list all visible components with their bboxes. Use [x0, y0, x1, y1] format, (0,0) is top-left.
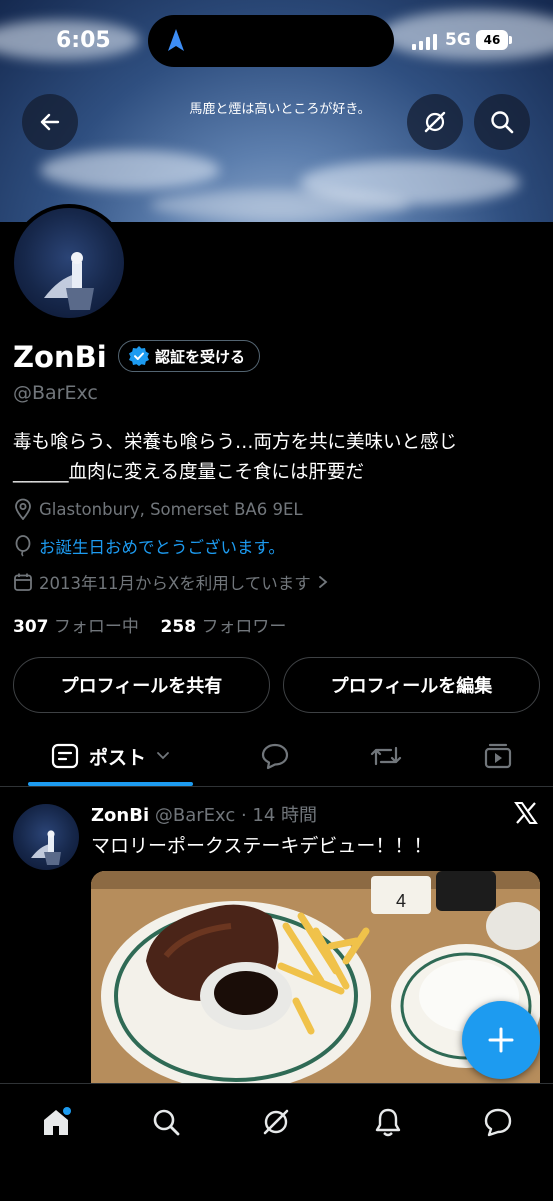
profile-birthday: お誕生日おめでとうございます。 [13, 534, 285, 558]
dynamic-island [148, 15, 394, 67]
cellular-signal-icon [412, 34, 438, 54]
bell-icon [375, 1108, 401, 1137]
bio-line-2: ______血肉に変える度量こそ食には肝要だ [13, 462, 364, 483]
chevron-right-icon [318, 576, 328, 588]
repost-icon [370, 746, 402, 766]
nav-home[interactable] [36, 1102, 76, 1142]
verified-badge-icon [129, 346, 149, 366]
balloon-icon [15, 535, 31, 557]
edit-profile-button[interactable]: プロフィールを編集 [283, 657, 540, 713]
post-author-name[interactable]: ZonBi [91, 805, 149, 826]
following-label: フォロー中 [53, 617, 139, 637]
navigation-arrow-icon [168, 29, 184, 56]
follow-stats: 307 フォロー中 258 フォロワー [13, 612, 286, 637]
share-profile-button[interactable]: プロフィールを共有 [13, 657, 270, 713]
message-bubble-icon [484, 1108, 512, 1137]
video-icon [484, 743, 512, 769]
posts-icon [51, 743, 79, 769]
tab-posts[interactable]: ポスト [28, 726, 193, 786]
get-verified-button[interactable]: 認証を受ける [118, 340, 261, 372]
plus-icon [488, 1027, 514, 1053]
grok-icon [424, 111, 446, 133]
tab-posts-label: ポスト [88, 746, 146, 769]
battery-icon: 46 [476, 30, 512, 50]
tab-reposts[interactable] [366, 726, 406, 786]
back-button[interactable] [22, 94, 78, 150]
reply-bubble-icon [261, 743, 289, 770]
profile-name: ZonBi [13, 340, 107, 374]
profile-handle: @BarExc [13, 382, 98, 404]
location-text: Glastonbury, Somerset BA6 9EL [39, 499, 303, 519]
profile-bio: 毒も喰らう、栄養も喰らう…両方を共に美味いと感じ ______血肉に変える度量こ… [13, 428, 533, 488]
home-icon [44, 1107, 71, 1135]
bottom-navigation [0, 1083, 553, 1201]
profile-location: Glastonbury, Somerset BA6 9EL [13, 498, 303, 520]
banner-title: 馬鹿と煙は高いところが好き。 [189, 102, 371, 117]
nav-messages[interactable] [478, 1102, 518, 1142]
profile-avatar[interactable] [10, 204, 128, 322]
profile-tabs: ポスト [0, 726, 553, 787]
post-handle-time: @BarExc · 14 時間 [154, 805, 318, 826]
status-bar: 6:05 5G 46 [0, 0, 553, 80]
tab-replies[interactable] [255, 726, 295, 786]
following-count: 307 [13, 617, 49, 637]
followers-link[interactable]: 258 フォロワー [161, 617, 287, 637]
chevron-down-icon [157, 752, 169, 760]
birthday-text[interactable]: お誕生日おめでとうございます。 [39, 534, 285, 558]
followers-count: 258 [160, 617, 197, 637]
grok-button[interactable] [407, 94, 463, 150]
compose-button[interactable] [462, 1001, 540, 1079]
status-time: 6:05 [56, 28, 111, 53]
calendar-icon [14, 573, 32, 591]
search-button[interactable] [474, 94, 530, 150]
network-type: 5G [445, 30, 471, 50]
post-avatar[interactable] [13, 804, 79, 870]
search-icon [153, 1109, 180, 1136]
tab-media[interactable] [478, 726, 518, 786]
joined-text: 2013年11月からXを利用しています [39, 574, 311, 593]
post-text: マロリーポークステーキデビュー！！！ [91, 835, 433, 857]
nav-notifications[interactable] [368, 1102, 408, 1142]
profile-joined[interactable]: 2013年11月からXを利用しています [13, 570, 329, 594]
location-pin-icon [15, 498, 31, 520]
x-logo-icon [514, 801, 538, 829]
nav-grok[interactable] [256, 1102, 296, 1142]
grok-icon [263, 1109, 289, 1135]
bio-line-1: 毒も喰らう、栄養も喰らう…両方を共に美味いと感じ [13, 432, 458, 453]
tab-active-indicator [28, 782, 193, 786]
post-header: ZonBi @BarExc · 14 時間 [91, 801, 317, 827]
search-icon [491, 111, 514, 134]
following-link[interactable]: 307 フォロー中 [13, 617, 139, 637]
back-arrow-icon [40, 113, 60, 131]
svg-text:4: 4 [396, 891, 406, 911]
nav-search[interactable] [146, 1102, 186, 1142]
followers-label: フォロワー [201, 617, 287, 637]
get-verified-label: 認証を受ける [155, 347, 246, 366]
